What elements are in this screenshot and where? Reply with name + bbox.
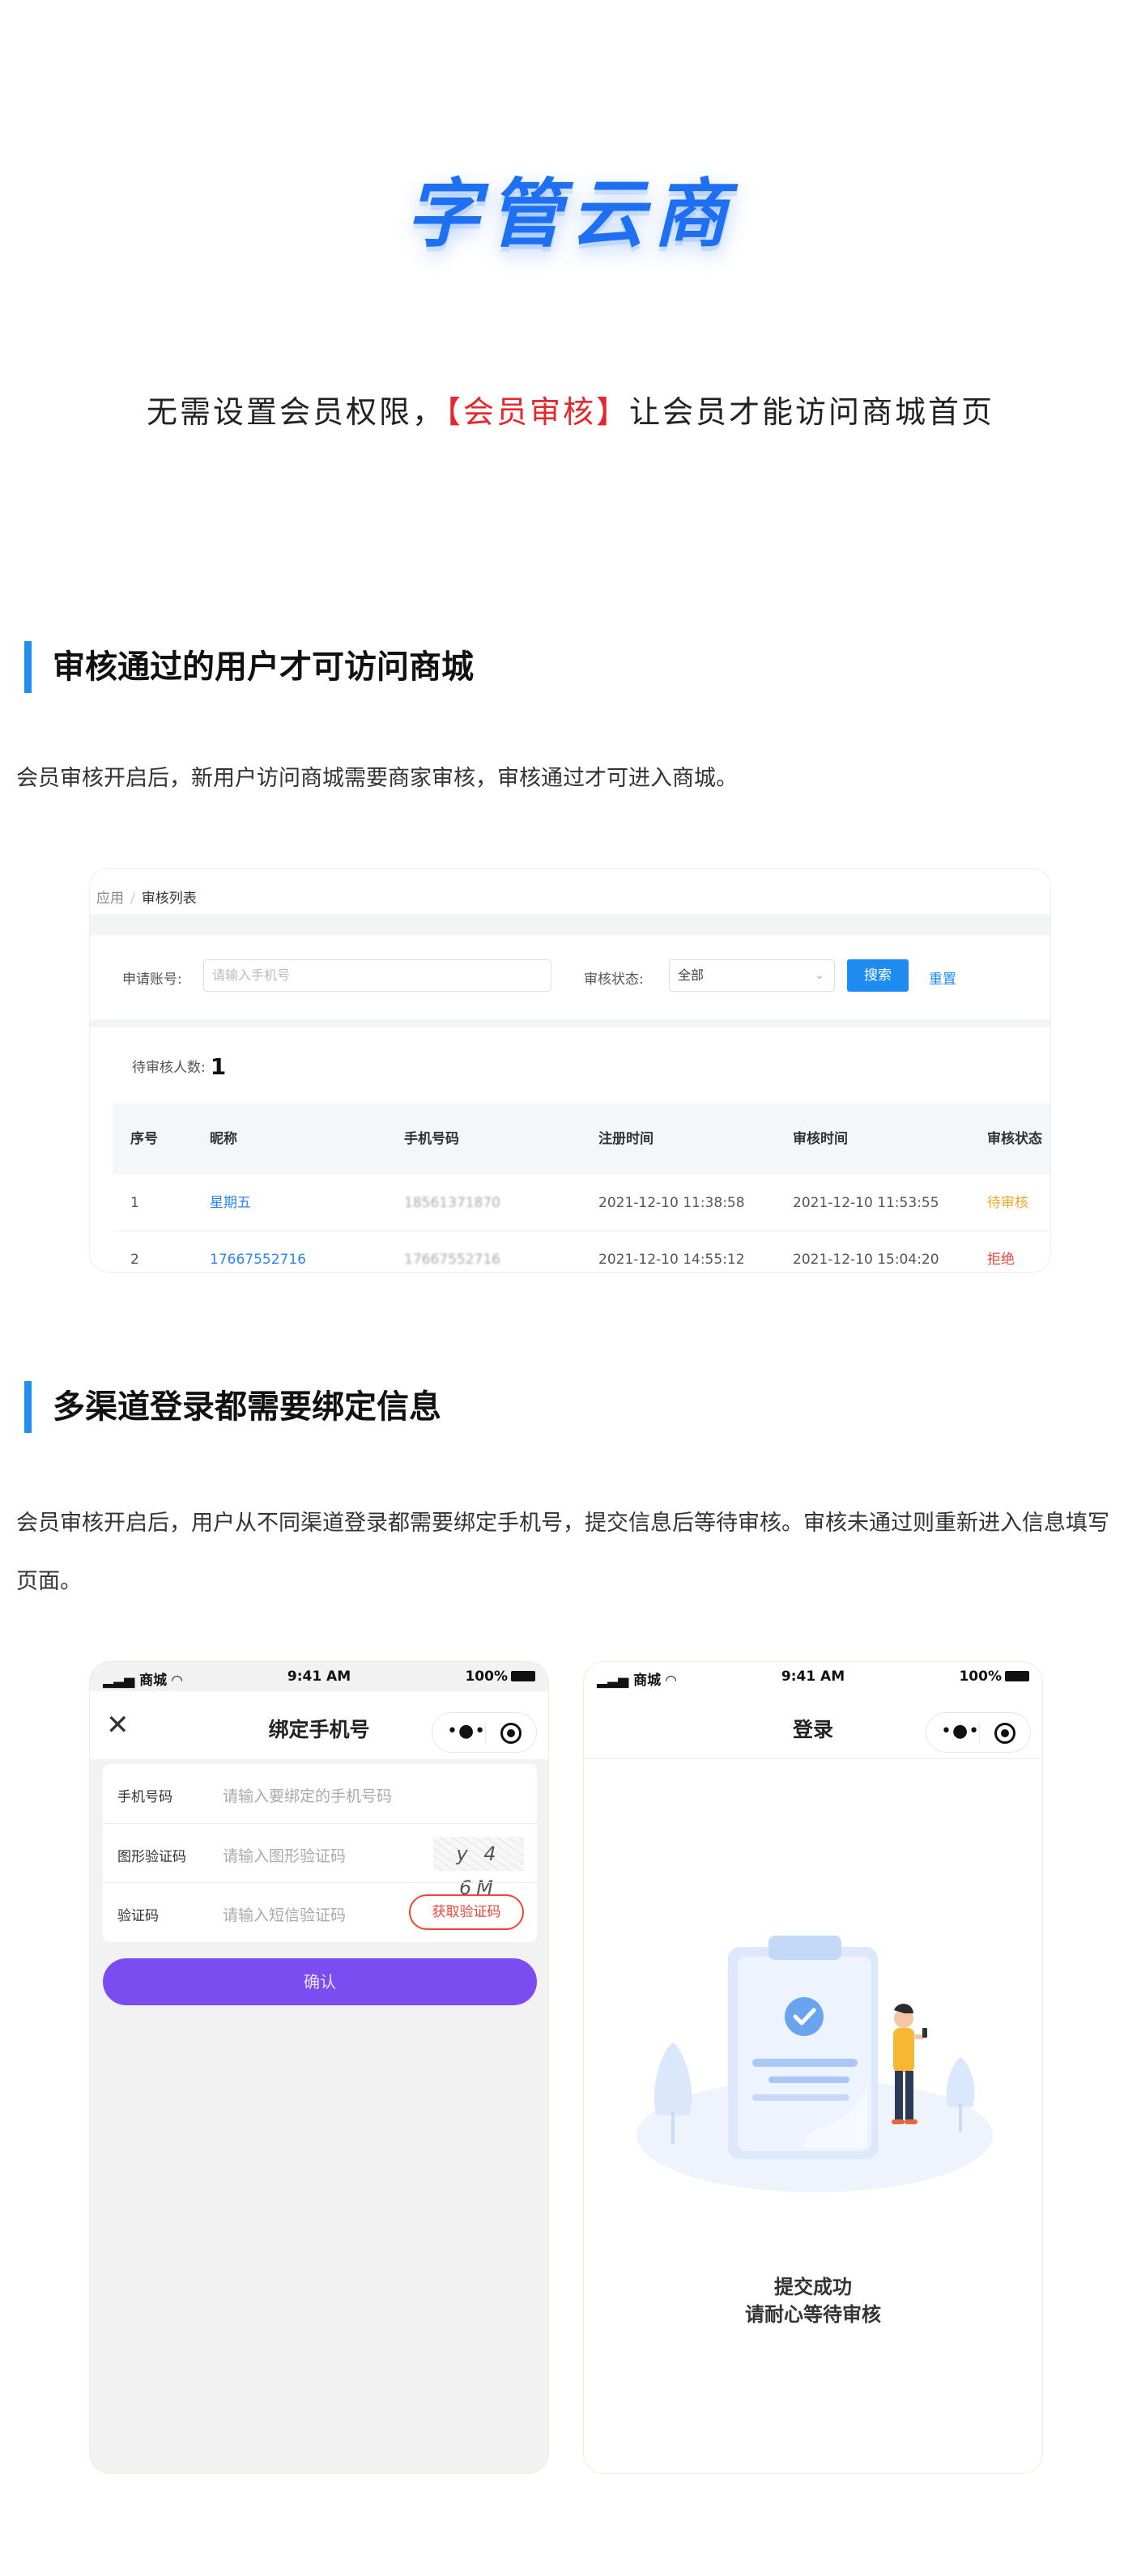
breadcrumb-sep: / <box>130 891 135 907</box>
exit-target-icon[interactable] <box>500 1723 522 1744</box>
row-reviewed: 2021-12-10 11:53:55 <box>793 1195 939 1211</box>
chevron-down-icon: ⌄ <box>815 969 824 982</box>
pending-label: 待审核人数: <box>132 1060 206 1076</box>
mini-program-capsule: •●• <box>926 1712 1031 1753</box>
account-label: 申请账号: <box>122 971 182 988</box>
captcha-field-label: 图形验证码 <box>117 1849 186 1865</box>
tagline-prefix: 无需设置会员权限， <box>146 394 445 430</box>
nav-bar: 登录 •●• <box>584 1691 1042 1759</box>
admin-review-list: 应用 / 审核列表 申请账号: 请输入手机号 审核状态: 全部 ⌄ 搜索 重置 待审… <box>89 868 1051 1273</box>
row-index: 2 <box>130 1252 139 1268</box>
status-badge[interactable]: 拒绝 <box>987 1231 1015 1272</box>
account-input[interactable]: 请输入手机号 <box>203 959 551 992</box>
phone-field-row: 手机号码 请输入要绑定的手机号码 <box>103 1764 537 1823</box>
col-status: 审核状态 <box>987 1131 1042 1147</box>
pending-number: 1 <box>210 1053 227 1080</box>
brand-logo: 字管云商 <box>405 171 736 257</box>
breadcrumb: 应用 / 审核列表 <box>96 886 197 907</box>
section1-title: 审核通过的用户才可访问商城 <box>24 641 474 693</box>
mini-program-capsule: •●• <box>432 1712 537 1753</box>
more-icon[interactable]: •●• <box>941 1721 980 1741</box>
bind-form: 手机号码 请输入要绑定的手机号码 图形验证码 请输入图形验证码 y 4 6M 验… <box>103 1764 537 1942</box>
nav-bar: ✕ 绑定手机号 •●• <box>90 1691 548 1759</box>
confirm-button[interactable]: 确认 <box>103 1958 537 2005</box>
search-button[interactable]: 搜索 <box>847 959 909 992</box>
phone-field-label: 手机号码 <box>117 1789 172 1805</box>
success-subtitle: 请耐心等待审核 <box>745 2303 881 2326</box>
row-registered: 2021-12-10 14:55:12 <box>598 1252 745 1268</box>
table-row: 1 星期五 18561371870 2021-12-10 11:38:58 20… <box>113 1175 1050 1231</box>
phone-input[interactable]: 请输入要绑定的手机号码 <box>223 1784 392 1806</box>
table-header: 序号 昵称 手机号码 注册时间 审核时间 审核状态 <box>113 1103 1050 1175</box>
row-phone: 17667552716 <box>404 1252 500 1268</box>
sms-field-label: 验证码 <box>117 1908 159 1924</box>
status-label: 审核状态: <box>584 971 644 988</box>
tagline-suffix: 让会员才能访问商城首页 <box>629 394 995 430</box>
tagline: 无需设置会员权限，【会员审核】让会员才能访问商城首页 <box>0 387 1141 431</box>
review-table: 序号 昵称 手机号码 注册时间 审核时间 审核状态 1 星期五 18561371… <box>113 1103 1050 1272</box>
battery-indicator: 100% <box>465 1668 535 1685</box>
more-icon[interactable]: •●• <box>447 1721 486 1741</box>
sms-code-input[interactable]: 请输入短信验证码 <box>223 1903 346 1925</box>
section2-desc: 会员审核开启后，用户从不同渠道登录都需要绑定手机号，提交信息后等待审核。审核未通… <box>16 1511 1109 1594</box>
pending-count: 待审核人数: 1 <box>132 1053 226 1080</box>
breadcrumb-app[interactable]: 应用 <box>96 891 124 907</box>
status-select[interactable]: 全部 ⌄ <box>669 959 835 992</box>
row-reviewed: 2021-12-10 15:04:20 <box>793 1252 939 1268</box>
divider-band <box>90 914 1050 935</box>
row-phone: 18561371870 <box>404 1195 500 1211</box>
battery-icon <box>511 1671 535 1681</box>
battery-icon <box>1005 1671 1029 1681</box>
status-badge[interactable]: 待审核 <box>987 1175 1028 1231</box>
col-reviewed: 审核时间 <box>793 1131 848 1147</box>
row-registered: 2021-12-10 11:38:58 <box>598 1195 745 1211</box>
breadcrumb-current: 审核列表 <box>141 891 197 907</box>
status-bar: ▂▃▅ 商城 ◠ 9:41 AM 100% <box>90 1662 548 1691</box>
success-title: 提交成功 <box>774 2276 852 2298</box>
phone-bind-screen: ▂▃▅ 商城 ◠ 9:41 AM 100% ✕ 绑定手机号 •●• 手机号码 请… <box>89 1661 549 2474</box>
col-nickname: 昵称 <box>210 1131 237 1147</box>
get-code-button[interactable]: 获取验证码 <box>409 1894 524 1930</box>
capsule-divider <box>979 1723 980 1744</box>
table-row: 2 17667552716 17667552716 2021-12-10 14:… <box>113 1231 1050 1272</box>
submitted-illustration-icon <box>636 1936 993 2192</box>
reset-link[interactable]: 重置 <box>929 967 956 988</box>
phone-submitted-screen: ▂▃▅ 商城 ◠ 9:41 AM 100% 登录 •●• 提交成功 请耐心等待审… <box>583 1661 1043 2474</box>
row-nickname-link[interactable]: 星期五 <box>210 1175 251 1231</box>
col-phone: 手机号码 <box>404 1131 459 1147</box>
exit-target-icon[interactable] <box>994 1723 1015 1744</box>
row-nickname-link[interactable]: 17667552716 <box>210 1231 306 1272</box>
divider-band <box>90 1019 1050 1027</box>
captcha-image[interactable]: y 4 6M <box>433 1837 524 1899</box>
tagline-highlight: 【会员审核】 <box>445 394 629 430</box>
captcha-field-row: 图形验证码 请输入图形验证码 y 4 6M <box>103 1823 537 1899</box>
section1-desc: 会员审核开启后，新用户访问商城需要商家审核，审核通过才可进入商城。 <box>16 766 738 791</box>
capsule-divider <box>485 1723 486 1744</box>
col-registered: 注册时间 <box>598 1131 654 1147</box>
col-index: 序号 <box>130 1131 158 1147</box>
sms-field-row: 验证码 请输入短信验证码 获取验证码 <box>103 1882 537 1941</box>
captcha-input[interactable]: 请输入图形验证码 <box>223 1844 346 1866</box>
status-bar: ▂▃▅ 商城 ◠ 9:41 AM 100% <box>584 1662 1042 1691</box>
status-select-value: 全部 <box>678 967 705 983</box>
section2-title: 多渠道登录都需要绑定信息 <box>24 1381 441 1433</box>
battery-indicator: 100% <box>959 1668 1029 1685</box>
row-index: 1 <box>130 1195 139 1211</box>
